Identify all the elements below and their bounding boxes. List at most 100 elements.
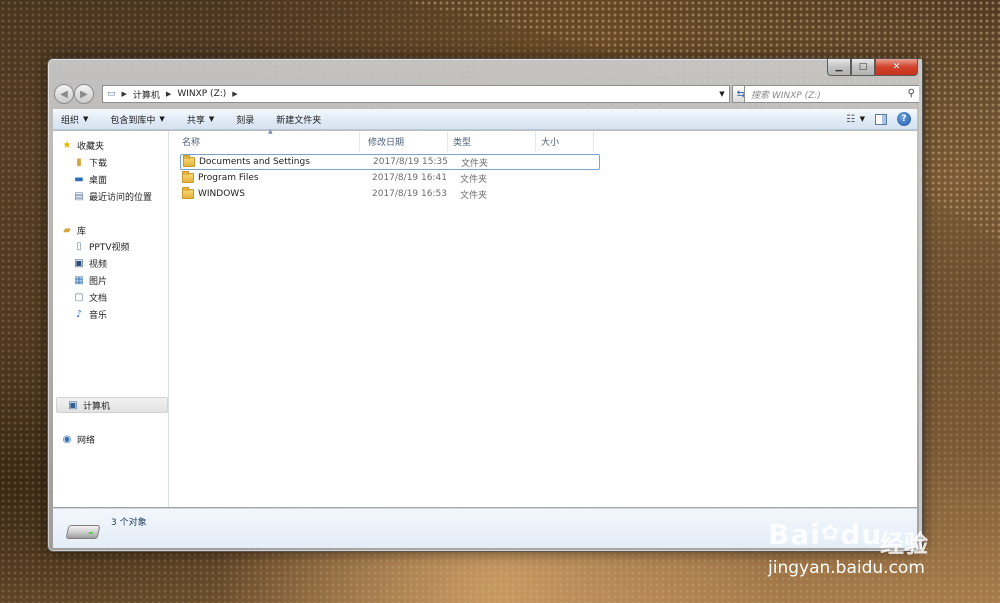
sidebar-item-computer[interactable]: ▣ 计算机 — [56, 397, 168, 413]
preview-pane-icon[interactable] — [875, 113, 887, 125]
folder-icon — [183, 155, 195, 167]
sidebar-item-pictures[interactable]: ▦ 图片 — [73, 272, 107, 288]
content-area: ★ 收藏夹 ▮ 下载 ▬ 桌面 ▤ 最近访问的位置 ▰ 库 ▯ PPTV视频 ▣… — [53, 128, 917, 507]
new-folder-label: 新建文件夹 — [276, 115, 322, 126]
maximize-button[interactable]: □ — [851, 59, 875, 76]
address-dropdown-icon[interactable]: ▼ — [715, 86, 729, 102]
breadcrumb-arrow-icon[interactable]: ▶ — [232, 90, 237, 98]
file-row[interactable]: Documents and Settings 2017/8/19 15:35 文… — [180, 154, 600, 170]
sidebar-item-documents[interactable]: ▢ 文档 — [73, 289, 107, 305]
sidebar-item-music[interactable]: ♪ 音乐 — [73, 306, 107, 322]
minimize-button[interactable]: ▁ — [827, 59, 851, 76]
column-header-size[interactable]: 大小 — [536, 131, 594, 151]
organize-button[interactable]: 组织 ▼ — [61, 113, 88, 126]
search-input[interactable]: 搜索 WINXP (Z:) ⚲ — [744, 85, 920, 103]
close-button[interactable]: ✕ — [875, 59, 918, 76]
burn-label: 刻录 — [236, 115, 255, 126]
file-date-modified: 2017/8/19 16:53 — [372, 189, 447, 199]
file-name: WINDOWS — [198, 189, 245, 199]
file-row[interactable]: Program Files 2017/8/19 16:41 文件夹 — [180, 170, 600, 186]
downloads-folder-icon: ▮ — [76, 156, 82, 168]
sidebar-item-pptv-video[interactable]: ▯ PPTV视频 — [73, 238, 130, 254]
command-bar-right: ☷ ▼ ? — [834, 112, 911, 126]
pictures-library-icon: ▦ — [74, 274, 84, 286]
forward-arrow-icon: ▶ — [80, 88, 88, 100]
sidebar-item-videos[interactable]: ▣ 视频 — [73, 255, 107, 271]
sidebar-item-libraries[interactable]: ▰ 库 — [61, 222, 86, 238]
file-row[interactable]: WINDOWS 2017/8/19 16:53 文件夹 — [180, 186, 600, 202]
libraries-icon: ▰ — [63, 224, 71, 236]
breadcrumb-drive[interactable]: WINXP (Z:) — [177, 89, 226, 99]
maximize-icon: □ — [858, 62, 868, 72]
column-header-label: 名称 — [182, 137, 201, 148]
sidebar-item-label: 下载 — [89, 158, 108, 169]
view-options-icon[interactable]: ☷ — [844, 112, 858, 126]
pptv-library-icon: ▯ — [76, 240, 82, 252]
view-chevron-down-icon[interactable]: ▼ — [860, 115, 865, 123]
explorer-window: ▁ □ ✕ ◀ ▶ ▭ ▶ 计算机 ▶ WINXP (Z:) ▶ ▼ ⇆ 搜索 … — [47, 58, 923, 552]
breadcrumb-arrow-icon[interactable]: ▶ — [166, 90, 171, 98]
sidebar-item-network[interactable]: ◉ 网络 — [61, 431, 95, 447]
video-library-icon: ▣ — [74, 257, 84, 269]
chevron-down-icon: ▼ — [83, 115, 89, 123]
share-label: 共享 — [186, 115, 205, 126]
minimize-icon: ▁ — [835, 62, 843, 72]
file-date-modified: 2017/8/19 15:35 — [373, 157, 448, 167]
help-icon[interactable]: ? — [897, 112, 911, 126]
sidebar-item-downloads[interactable]: ▮ 下载 — [73, 154, 107, 170]
watermark-logo: Bai✿du — [768, 518, 882, 551]
watermark-jingyan: 经验 — [880, 530, 928, 558]
command-bar: 组织 ▼ 包含到库中 ▼ 共享 ▼ 刻录 新建文件夹 ☷ ▼ ? — [53, 109, 917, 130]
sidebar-item-label: 音乐 — [89, 310, 108, 321]
sidebar-item-recent-places[interactable]: ▤ 最近访问的位置 — [73, 188, 152, 204]
address-bar[interactable]: ▭ ▶ 计算机 ▶ WINXP (Z:) ▶ ▼ — [102, 85, 730, 103]
sidebar-item-label: 网络 — [77, 435, 96, 446]
search-icon[interactable]: ⚲ — [908, 88, 915, 99]
sidebar-item-label: 库 — [77, 226, 87, 237]
column-header-label: 大小 — [541, 137, 560, 148]
forward-button[interactable]: ▶ — [74, 84, 94, 104]
sidebar-item-label: 图片 — [89, 276, 108, 287]
navigation-pane: ★ 收藏夹 ▮ 下载 ▬ 桌面 ▤ 最近访问的位置 ▰ 库 ▯ PPTV视频 ▣… — [53, 131, 169, 507]
chevron-down-icon: ▼ — [208, 115, 215, 123]
burn-button[interactable]: 刻录 — [236, 113, 254, 126]
new-folder-button[interactable]: 新建文件夹 — [276, 113, 321, 126]
sidebar-item-label: 收藏夹 — [77, 141, 105, 152]
column-header-label: 类型 — [453, 137, 472, 148]
sidebar-item-desktop[interactable]: ▬ 桌面 — [73, 171, 107, 187]
column-header-name[interactable]: ▲ 名称 — [170, 128, 360, 151]
sidebar-item-label: 视频 — [89, 259, 108, 270]
watermark: Bai✿du 经验 jingyan.baidu.com — [768, 496, 968, 586]
computer-icon: ▣ — [68, 399, 78, 411]
column-header-type[interactable]: 类型 — [448, 131, 536, 151]
sidebar-item-label: 最近访问的位置 — [89, 192, 153, 203]
drive-icon — [65, 525, 101, 539]
file-type: 文件夹 — [461, 158, 489, 169]
watermark-url: jingyan.baidu.com — [768, 558, 925, 578]
sidebar-item-favorites[interactable]: ★ 收藏夹 — [61, 137, 105, 153]
include-in-library-button[interactable]: 包含到库中 ▼ — [110, 113, 164, 126]
desktop-icon: ▬ — [74, 173, 84, 185]
sidebar-item-label: PPTV视频 — [89, 242, 130, 253]
share-button[interactable]: 共享 ▼ — [187, 113, 214, 126]
star-icon: ★ — [62, 139, 72, 151]
breadcrumb-computer[interactable]: 计算机 — [133, 88, 160, 101]
file-name: Program Files — [198, 173, 259, 183]
column-header-date-modified[interactable]: 修改日期 — [360, 131, 448, 151]
file-list-pane: ▲ 名称 修改日期 类型 大小 Documents and Settings 2… — [170, 128, 917, 507]
back-arrow-icon: ◀ — [60, 88, 68, 100]
back-button[interactable]: ◀ — [54, 84, 74, 104]
folder-icon — [182, 171, 194, 183]
sidebar-item-label: 桌面 — [89, 175, 108, 186]
close-icon: ✕ — [892, 62, 901, 72]
network-icon: ◉ — [62, 433, 72, 445]
watermark-logo-tail: du — [840, 518, 883, 551]
sort-ascending-icon: ▲ — [268, 128, 273, 135]
column-header-label: 修改日期 — [368, 137, 405, 148]
navigation-row: ◀ ▶ ▭ ▶ 计算机 ▶ WINXP (Z:) ▶ ▼ ⇆ 搜索 WINXP … — [54, 83, 920, 105]
file-type: 文件夹 — [460, 174, 488, 185]
search-placeholder: 搜索 WINXP (Z:) — [751, 90, 821, 101]
breadcrumb-arrow-icon[interactable]: ▶ — [122, 90, 127, 98]
file-date-modified: 2017/8/19 16:41 — [372, 173, 447, 183]
chevron-down-icon: ▼ — [159, 115, 165, 123]
